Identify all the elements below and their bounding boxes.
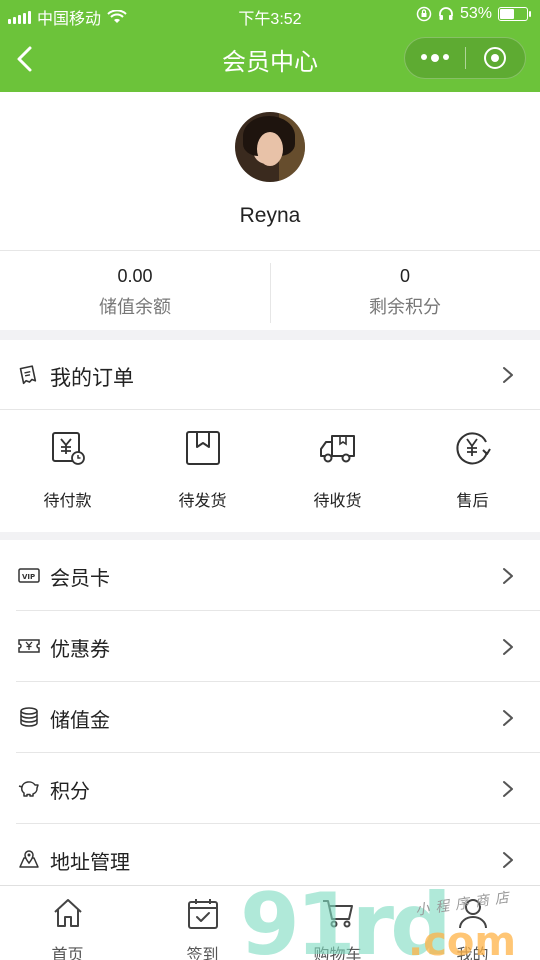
menu-list: VIP 会员卡 优惠券 储值金 积分 地址管理 (0, 540, 540, 885)
more-dots-icon (420, 54, 449, 62)
stat-label: 剩余积分 (369, 297, 441, 317)
chevron-right-icon (503, 710, 513, 726)
stat-balance[interactable]: 0.00 储值余额 (0, 251, 270, 331)
refund-icon (455, 432, 491, 465)
avatar[interactable] (235, 112, 305, 182)
battery-percent: 53% (459, 5, 492, 22)
menu-item-stored-value[interactable]: 储值金 (0, 682, 540, 753)
stat-label: 储值余额 (99, 297, 171, 317)
tab-cart[interactable]: 购物车 (270, 896, 405, 960)
coupon-icon (18, 639, 40, 653)
menu-item-label: 会员卡 (50, 568, 110, 590)
battery-icon (498, 7, 531, 21)
order-label: 待发货 (178, 493, 227, 510)
target-circle-icon (484, 47, 507, 69)
username: Reyna (239, 204, 301, 227)
checkin-calendar-icon (187, 899, 218, 929)
chevron-right-icon (503, 639, 513, 655)
orientation-lock-icon (416, 6, 432, 22)
header: 中国移动 下午3:52 53% 会员中心 (0, 0, 540, 92)
stats-bar: 0.00 储值余额 0 剩余积分 (0, 250, 540, 330)
order-pending-receipt[interactable]: 待收货 (270, 428, 405, 510)
user-icon (458, 899, 487, 929)
order-label: 待收货 (313, 493, 362, 510)
miniprogram-capsule (404, 37, 526, 79)
receipt-icon (19, 365, 37, 385)
tab-me[interactable]: 我的 (405, 896, 540, 960)
tab-label: 首页 (51, 947, 84, 960)
tab-label: 我的 (456, 947, 489, 960)
menu-item-points[interactable]: 积分 (0, 753, 540, 824)
menu-item-coupons[interactable]: 优惠券 (0, 611, 540, 682)
svg-text:VIP: VIP (22, 573, 35, 581)
order-after-sales[interactable]: 售后 (405, 428, 540, 510)
my-orders-label: 我的订单 (50, 367, 134, 390)
tab-label: 购物车 (313, 947, 362, 960)
menu-item-label: 地址管理 (50, 852, 130, 874)
piggy-bank-icon (18, 781, 39, 797)
chevron-right-icon (503, 367, 513, 383)
chevron-right-icon (503, 781, 513, 797)
map-pin-icon (19, 850, 39, 868)
vip-card-icon: VIP (18, 568, 40, 583)
order-label: 待付款 (43, 493, 92, 510)
menu-item-label: 积分 (50, 781, 90, 803)
stat-value: 0.00 (117, 266, 153, 286)
chevron-right-icon (503, 852, 513, 868)
stat-points[interactable]: 0 剩余积分 (270, 251, 540, 331)
cart-icon (322, 900, 353, 928)
stat-value: 0 (399, 266, 410, 286)
pending-shipment-icon (185, 431, 220, 465)
close-miniprogram-button[interactable] (466, 38, 526, 78)
tab-checkin[interactable]: 签到 (135, 896, 270, 960)
menu-item-label: 储值金 (50, 710, 110, 732)
delivery-truck-icon (319, 435, 355, 463)
coin-stack-icon (20, 707, 38, 727)
pending-payment-icon (51, 432, 85, 465)
profile-section: Reyna (0, 92, 540, 250)
tab-home[interactable]: 首页 (0, 896, 135, 960)
order-pending-payment[interactable]: 待付款 (0, 428, 135, 510)
order-label: 售后 (456, 493, 489, 510)
tab-label: 签到 (186, 947, 219, 960)
menu-item-vip-card[interactable]: VIP 会员卡 (0, 540, 540, 611)
more-button[interactable] (405, 38, 465, 78)
chevron-right-icon (503, 568, 513, 584)
order-pending-shipment[interactable]: 待发货 (135, 428, 270, 510)
home-icon (53, 899, 82, 927)
tab-bar: 首页 签到 购物车 我的 (0, 885, 540, 960)
my-orders-row[interactable]: 我的订单 (0, 340, 540, 410)
headphones-icon (439, 7, 453, 20)
orders-card: 我的订单 待付款 待发货 待收货 售后 (0, 340, 540, 532)
menu-item-label: 优惠券 (50, 639, 110, 661)
status-bar: 中国移动 下午3:52 53% (0, 0, 540, 30)
